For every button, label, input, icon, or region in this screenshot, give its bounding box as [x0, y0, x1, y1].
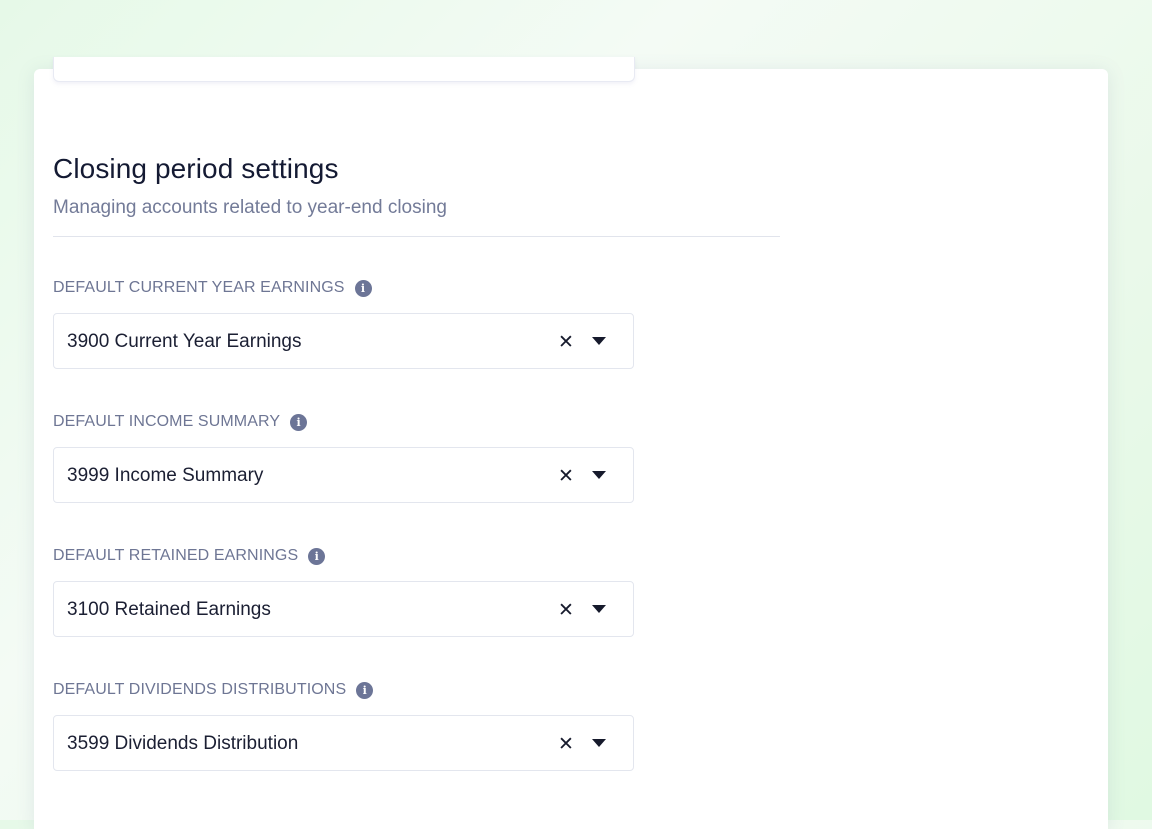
field-label: DEFAULT CURRENT YEAR EARNINGS i — [53, 277, 634, 299]
caret-down-icon[interactable] — [592, 739, 606, 747]
field-label: DEFAULT INCOME SUMMARY i — [53, 411, 634, 433]
settings-card: Closing period settings Managing account… — [34, 57, 1108, 829]
select-value: 3900 Current Year Earnings — [67, 331, 302, 352]
caret-down-icon[interactable] — [592, 337, 606, 345]
dividends-distribution-select[interactable]: 3599 Dividends Distribution ✕ — [53, 715, 634, 771]
info-icon[interactable]: i — [290, 413, 308, 431]
section-divider — [53, 236, 780, 237]
previous-field-input[interactable] — [53, 57, 635, 82]
clear-icon[interactable]: ✕ — [556, 732, 576, 756]
field-label: DEFAULT DIVIDENDS DISTRIBUTIONS i — [53, 679, 634, 701]
section-title: Closing period settings — [53, 153, 339, 184]
caret-down-icon[interactable] — [592, 605, 606, 613]
field-dividends-distributions: DEFAULT DIVIDENDS DISTRIBUTIONS i 3599 D… — [53, 679, 634, 771]
select-value: 3599 Dividends Distribution — [67, 733, 299, 754]
field-label-text: DEFAULT RETAINED EARNINGS — [53, 547, 299, 564]
clear-icon[interactable]: ✕ — [556, 598, 576, 622]
caret-down-icon[interactable] — [592, 471, 606, 479]
clear-icon[interactable]: ✕ — [556, 464, 576, 488]
field-label: DEFAULT RETAINED EARNINGS i — [53, 545, 634, 567]
select-value: 3999 Income Summary — [67, 465, 264, 486]
field-label-text: DEFAULT INCOME SUMMARY — [53, 413, 281, 430]
info-icon[interactable]: i — [308, 547, 326, 565]
info-icon[interactable]: i — [356, 681, 374, 699]
field-label-text: DEFAULT DIVIDENDS DISTRIBUTIONS — [53, 681, 347, 698]
field-retained-earnings: DEFAULT RETAINED EARNINGS i 3100 Retaine… — [53, 545, 634, 637]
income-summary-select[interactable]: 3999 Income Summary ✕ — [53, 447, 634, 503]
field-income-summary: DEFAULT INCOME SUMMARY i 3999 Income Sum… — [53, 411, 634, 503]
select-value: 3100 Retained Earnings — [67, 599, 271, 620]
field-label-text: DEFAULT CURRENT YEAR EARNINGS — [53, 279, 345, 296]
current-year-earnings-select[interactable]: 3900 Current Year Earnings ✕ — [53, 313, 634, 369]
retained-earnings-select[interactable]: 3100 Retained Earnings ✕ — [53, 581, 634, 637]
section-subtitle: Managing accounts related to year-end cl… — [53, 197, 447, 218]
field-current-year-earnings: DEFAULT CURRENT YEAR EARNINGS i 3900 Cur… — [53, 277, 634, 369]
clear-icon[interactable]: ✕ — [556, 330, 576, 354]
info-icon[interactable]: i — [354, 279, 372, 297]
